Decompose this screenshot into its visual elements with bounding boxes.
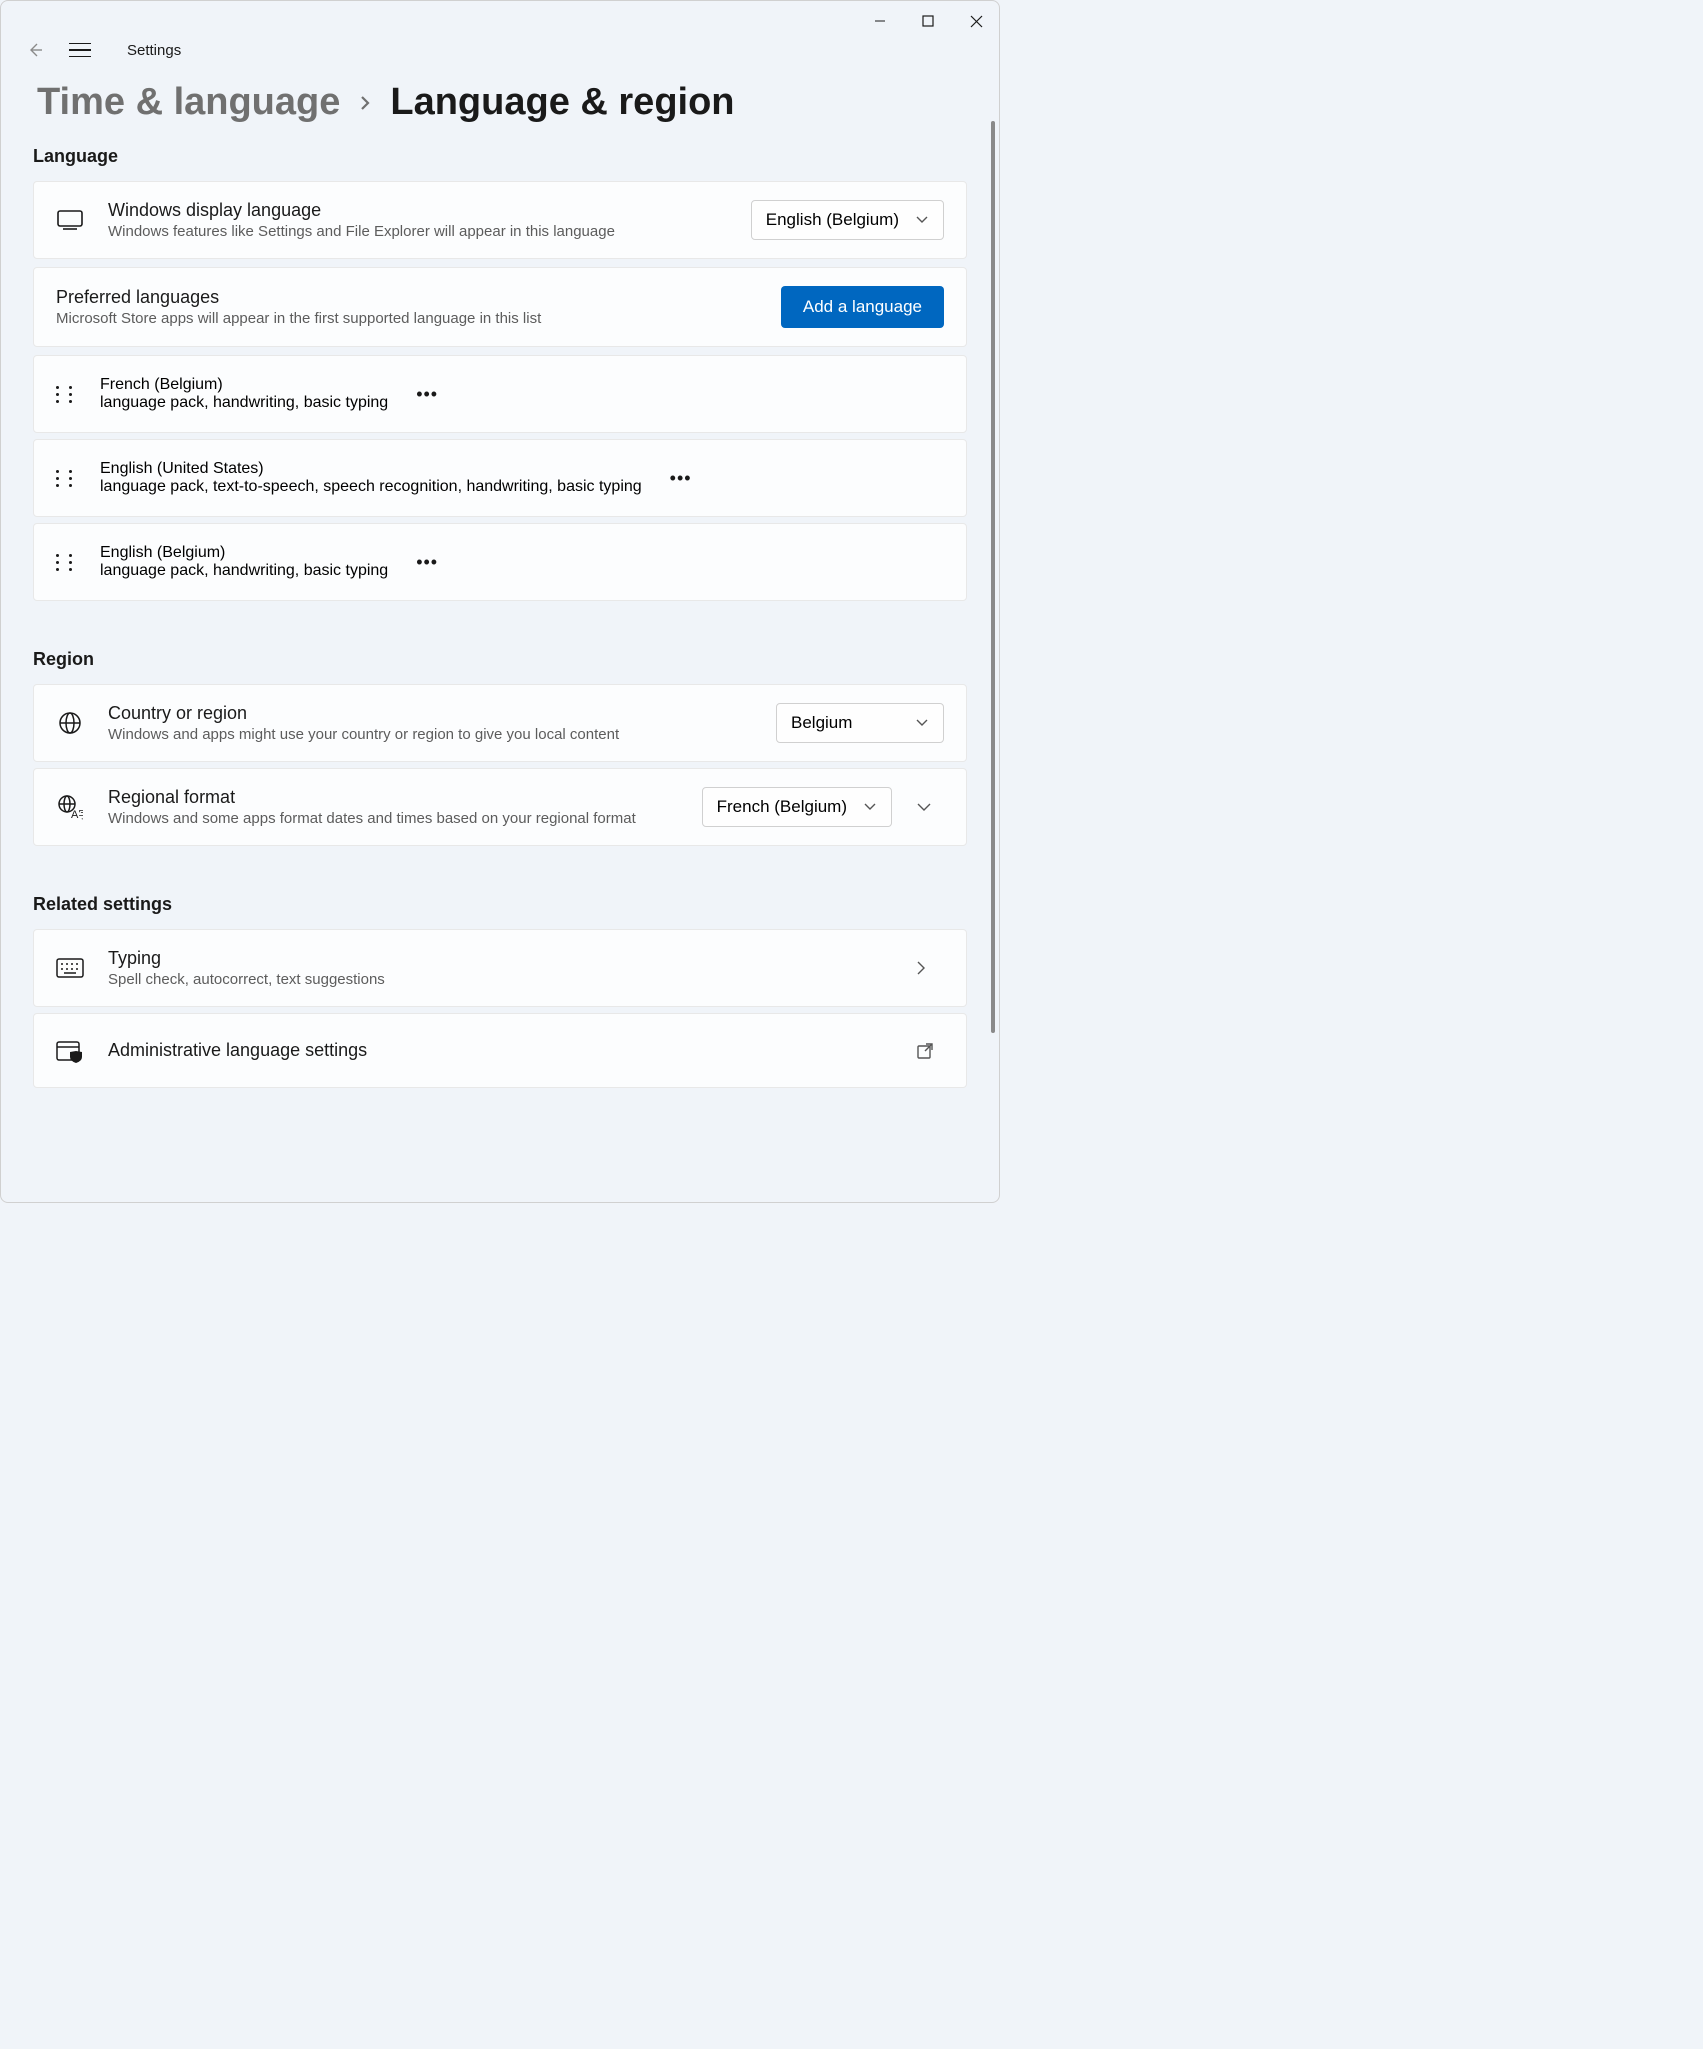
country-title: Country or region <box>108 703 752 724</box>
language-features: language pack, handwriting, basic typing <box>100 562 388 580</box>
more-options-button[interactable]: ••• <box>412 378 442 411</box>
scrollbar-thumb[interactable] <box>991 121 995 1033</box>
language-features: language pack, handwriting, basic typing <box>100 394 388 412</box>
language-globe-icon: A字 <box>56 794 84 820</box>
chevron-down-icon <box>915 718 929 728</box>
scrollbar[interactable] <box>991 121 995 1157</box>
chevron-down-icon <box>863 802 877 812</box>
top-nav: Settings <box>1 41 999 69</box>
drag-handle-icon[interactable] <box>56 554 76 571</box>
language-item[interactable]: English (Belgium) language pack, handwri… <box>33 523 967 601</box>
language-item[interactable]: English (United States) language pack, t… <box>33 439 967 517</box>
country-dropdown[interactable]: Belgium <box>776 703 944 743</box>
breadcrumb-current: Language & region <box>390 81 734 124</box>
maximize-button[interactable] <box>913 6 943 36</box>
admin-shield-icon <box>56 1039 84 1063</box>
language-name: French (Belgium) <box>100 376 388 394</box>
country-region-card: Country or region Windows and apps might… <box>33 684 967 762</box>
section-header-related: Related settings <box>33 894 967 915</box>
language-features: language pack, text-to-speech, speech re… <box>100 478 642 496</box>
external-link-icon <box>916 1042 944 1060</box>
globe-icon <box>56 711 84 735</box>
drag-handle-icon[interactable] <box>56 470 76 487</box>
section-header-language: Language <box>33 146 967 167</box>
expand-button[interactable] <box>916 802 944 812</box>
more-options-button[interactable]: ••• <box>666 462 696 495</box>
display-language-dropdown[interactable]: English (Belgium) <box>751 200 944 240</box>
more-options-button[interactable]: ••• <box>412 546 442 579</box>
app-title: Settings <box>127 42 181 59</box>
chevron-down-icon <box>915 215 929 225</box>
monitor-icon <box>56 210 84 230</box>
add-language-button[interactable]: Add a language <box>781 286 944 328</box>
close-button[interactable] <box>961 6 991 36</box>
format-title: Regional format <box>108 787 678 808</box>
display-language-card: Windows display language Windows feature… <box>33 181 967 259</box>
display-language-subtitle: Windows features like Settings and File … <box>108 223 727 240</box>
drag-handle-icon[interactable] <box>56 386 76 403</box>
typing-card[interactable]: Typing Spell check, autocorrect, text su… <box>33 929 967 1007</box>
language-item[interactable]: French (Belgium) language pack, handwrit… <box>33 355 967 433</box>
format-subtitle: Windows and some apps format dates and t… <box>108 810 678 827</box>
language-name: English (United States) <box>100 460 642 478</box>
admin-title: Administrative language settings <box>108 1032 892 1069</box>
section-header-region: Region <box>33 649 967 670</box>
preferred-languages-subtitle: Microsoft Store apps will appear in the … <box>56 310 757 327</box>
content-area: Language Windows display language Window… <box>1 146 999 1207</box>
svg-text:A字: A字 <box>71 807 83 820</box>
window-titlebar <box>1 1 999 41</box>
display-language-value: English (Belgium) <box>766 210 899 230</box>
chevron-right-icon <box>358 94 372 112</box>
minimize-button[interactable] <box>865 6 895 36</box>
format-value: French (Belgium) <box>717 797 847 817</box>
regional-format-card: A字 Regional format Windows and some apps… <box>33 768 967 846</box>
preferred-languages-title: Preferred languages <box>56 287 757 308</box>
admin-language-card[interactable]: Administrative language settings <box>33 1013 967 1088</box>
menu-button[interactable] <box>69 43 91 58</box>
chevron-right-icon <box>916 960 944 976</box>
language-name: English (Belgium) <box>100 544 388 562</box>
breadcrumb-parent[interactable]: Time & language <box>37 81 340 124</box>
display-language-title: Windows display language <box>108 200 727 221</box>
breadcrumb: Time & language Language & region <box>1 69 999 146</box>
back-button[interactable] <box>25 41 45 59</box>
keyboard-icon <box>56 958 84 978</box>
typing-subtitle: Spell check, autocorrect, text suggestio… <box>108 971 892 988</box>
preferred-languages-card: Preferred languages Microsoft Store apps… <box>33 267 967 347</box>
typing-title: Typing <box>108 948 892 969</box>
format-dropdown[interactable]: French (Belgium) <box>702 787 892 827</box>
country-value: Belgium <box>791 713 852 733</box>
country-subtitle: Windows and apps might use your country … <box>108 726 752 743</box>
